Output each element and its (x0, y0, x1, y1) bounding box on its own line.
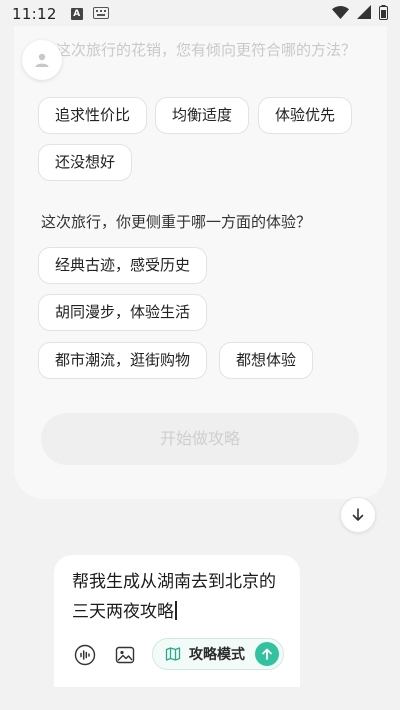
app-screen: 11:12 A 在这次旅行的花销，您有倾向更符合哪的方法？ 追求性价比 均衡适度… (0, 0, 400, 710)
signal-icon (357, 5, 371, 23)
text-caret (175, 601, 177, 620)
map-icon (165, 647, 181, 661)
option-city-shopping[interactable]: 都市潮流，逛街购物 (38, 342, 208, 379)
arrow-down-icon (352, 508, 364, 521)
keyboard-icon (92, 5, 109, 23)
arrow-up-icon (262, 648, 272, 660)
image-icon (115, 646, 135, 664)
option-undecided[interactable]: 还没想好 (38, 144, 133, 181)
battery-icon (379, 4, 388, 24)
strategy-mode-toggle[interactable]: 攻略模式 (152, 638, 284, 670)
option-hutong-walk[interactable]: 胡同漫步，体验生活 (38, 294, 208, 331)
voice-input-button[interactable] (73, 643, 97, 667)
scroll-down-button[interactable] (340, 497, 376, 533)
option-value-for-money[interactable]: 追求性价比 (38, 97, 148, 134)
a-badge-icon: A (70, 8, 83, 20)
question-1-text: 在这次旅行的花销，您有倾向更符合哪的方法？ (41, 41, 357, 59)
wifi-icon (332, 5, 349, 23)
option-experience-first[interactable]: 体验优先 (258, 97, 353, 134)
question-2-label: 这次旅行，你更侧重于哪一方面的体验？ (41, 213, 312, 231)
avatar (22, 40, 62, 80)
image-upload-button[interactable] (113, 643, 137, 667)
question-card: 在这次旅行的花销，您有倾向更符合哪的方法？ 追求性价比 均衡适度 体验优先 还没… (14, 26, 387, 499)
user-icon (35, 53, 49, 67)
voice-wave-icon (74, 644, 96, 666)
status-time: 11:12 (12, 5, 57, 23)
option-all-experiences[interactable]: 都想体验 (219, 342, 314, 379)
start-plan-button[interactable]: 开始做攻略 (41, 413, 359, 465)
send-button[interactable] (255, 642, 279, 666)
strategy-mode-label: 攻略模式 (189, 647, 245, 663)
option-classic-sites[interactable]: 经典古迹，感受历史 (38, 247, 208, 284)
chat-input[interactable]: 帮我生成从湖南去到北京的三天两夜攻略 (72, 567, 292, 627)
status-bar: 11:12 A (0, 0, 400, 28)
chat-input-value: 帮我生成从湖南去到北京的三天两夜攻略 (72, 572, 276, 622)
option-balanced[interactable]: 均衡适度 (155, 97, 250, 134)
input-panel: 帮我生成从湖南去到北京的三天两夜攻略 攻略模式 (54, 555, 300, 687)
